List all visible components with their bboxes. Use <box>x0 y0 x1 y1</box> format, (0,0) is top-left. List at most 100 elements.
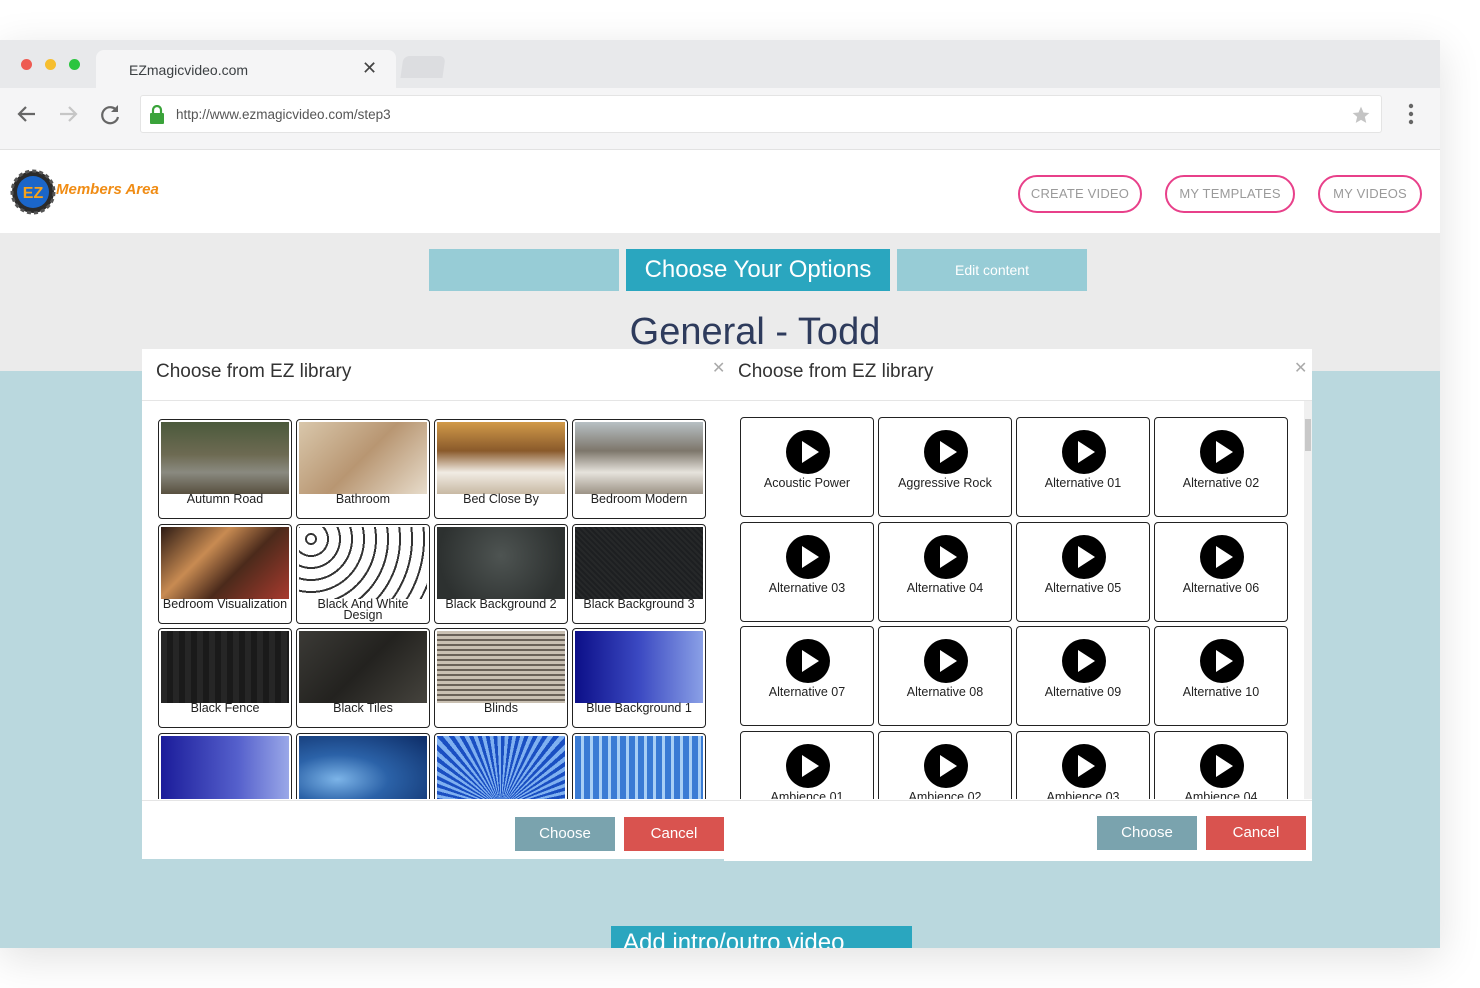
reload-icon[interactable] <box>95 99 125 129</box>
audio-track-tile[interactable]: Alternative 01 <box>1016 417 1150 517</box>
minimize-window-dot[interactable] <box>45 59 56 70</box>
new-tab-button[interactable] <box>400 56 446 78</box>
audio-track-label: Ambience 03 <box>1046 789 1120 800</box>
scrollbar-thumb[interactable] <box>1305 419 1311 451</box>
choose-button[interactable]: Choose <box>515 817 615 851</box>
audio-track-tile[interactable]: Acoustic Power <box>740 417 874 517</box>
audio-scrollbar[interactable] <box>1304 401 1312 799</box>
background-tile[interactable] <box>296 732 430 799</box>
play-icon[interactable] <box>786 639 830 683</box>
modal-divider <box>724 800 1312 801</box>
choose-button[interactable]: Choose <box>1097 816 1197 850</box>
play-icon[interactable] <box>924 430 968 474</box>
address-bar[interactable]: http://www.ezmagicvideo.com/step3 <box>140 95 1382 133</box>
maximize-window-dot[interactable] <box>69 59 80 70</box>
modal-title: Choose from EZ library <box>738 361 934 382</box>
audio-track-tile[interactable]: Alternative 07 <box>740 626 874 726</box>
background-tile[interactable] <box>158 732 292 799</box>
play-icon[interactable] <box>924 743 968 788</box>
background-label: Blinds <box>483 701 519 715</box>
audio-track-tile[interactable]: Ambience 04 <box>1154 730 1288 800</box>
background-tile[interactable]: Blue Background 1 <box>572 628 706 728</box>
audio-track-tile[interactable]: Aggressive Rock <box>878 417 1012 517</box>
audio-track-label: Alternative 04 <box>906 580 984 595</box>
background-thumbnail <box>437 526 565 599</box>
close-icon[interactable]: ✕ <box>1294 358 1307 378</box>
play-icon[interactable] <box>786 743 830 788</box>
audio-track-tile[interactable]: Ambience 01 <box>740 730 874 799</box>
audio-track-tile[interactable]: Alternative 04 <box>878 521 1012 622</box>
background-tile[interactable]: Bed Close By <box>434 419 568 519</box>
background-label: Bedroom Visualization <box>162 596 288 611</box>
background-tile[interactable]: Bathroom <box>296 419 430 519</box>
audio-track-label: Ambience 02 <box>908 789 982 800</box>
step-2-tab[interactable]: Choose Your Options <box>626 249 890 291</box>
background-label: Bed Close By <box>463 492 539 506</box>
play-icon[interactable] <box>924 639 968 683</box>
background-tile[interactable]: Black And White Design <box>296 523 430 624</box>
site-logo[interactable]: EZ Members Area <box>10 169 170 215</box>
my-templates-button[interactable]: MY TEMPLATES <box>1165 175 1295 213</box>
kebab-menu-icon[interactable] <box>1404 102 1418 126</box>
play-icon[interactable] <box>924 534 968 579</box>
modal-title: Choose from EZ library <box>156 361 352 382</box>
cancel-button[interactable]: Cancel <box>1206 816 1306 850</box>
close-window-dot[interactable] <box>21 59 32 70</box>
play-icon[interactable] <box>1200 534 1244 579</box>
play-icon[interactable] <box>1062 639 1106 683</box>
audio-track-tile[interactable]: Ambience 02 <box>878 730 1012 800</box>
background-tile[interactable]: Bedroom Visualization <box>158 523 292 624</box>
play-icon[interactable] <box>1200 639 1244 683</box>
audio-track-tile[interactable]: Alternative 03 <box>740 521 874 622</box>
audio-track-tile[interactable]: Alternative 08 <box>878 626 1012 726</box>
background-thumbnail <box>437 422 565 494</box>
star-icon[interactable] <box>1351 105 1371 125</box>
background-tile[interactable]: Black Fence <box>158 628 292 728</box>
play-icon[interactable] <box>1062 534 1106 579</box>
step-1-tab[interactable] <box>429 249 619 291</box>
tab-bar: EZmagicvideo.com ✕ <box>0 40 1440 88</box>
background-tile[interactable]: Black Tiles <box>296 628 430 728</box>
background-thumbnail <box>299 735 427 799</box>
audio-track-tile[interactable]: Alternative 06 <box>1154 521 1288 622</box>
play-icon[interactable] <box>1200 430 1244 474</box>
add-intro-outro-button[interactable]: Add intro/outro video <box>611 926 912 948</box>
audio-track-tile[interactable]: Ambience 03 <box>1016 730 1150 800</box>
tab-close-icon[interactable]: ✕ <box>362 58 377 79</box>
background-thumbnail <box>575 631 703 703</box>
play-icon[interactable] <box>786 430 830 474</box>
cancel-button[interactable]: Cancel <box>624 817 724 851</box>
tab-title: EZmagicvideo.com <box>129 62 249 78</box>
step-3-tab[interactable]: Edit content <box>897 249 1087 291</box>
background-tile[interactable]: Bedroom Modern <box>572 419 706 519</box>
background-label: Black Fence <box>190 701 260 715</box>
audio-track-label: Ambience 04 <box>1184 789 1258 800</box>
background-tile[interactable]: Black Background 2 <box>434 523 568 624</box>
arrow-right-icon[interactable] <box>53 99 83 129</box>
arrow-left-icon[interactable] <box>12 99 42 129</box>
background-library-modal: Choose from EZ library ✕ Autumn Road Bath… <box>142 349 725 859</box>
web-page: EZ Members Area CREATE VIDEO MY TEMPLATE… <box>0 151 1440 948</box>
background-label: Black And White Design <box>317 596 409 622</box>
audio-track-tile[interactable]: Alternative 02 <box>1154 417 1288 517</box>
create-video-button[interactable]: CREATE VIDEO <box>1018 175 1142 213</box>
play-icon[interactable] <box>1062 743 1106 788</box>
background-thumbnail <box>575 735 703 799</box>
background-tile[interactable]: Blinds <box>434 628 568 728</box>
audio-track-tile[interactable]: Alternative 05 <box>1016 521 1150 622</box>
lock-icon <box>150 105 164 124</box>
audio-track-label: Alternative 01 <box>1044 476 1122 490</box>
browser-tab[interactable]: EZmagicvideo.com ✕ <box>96 50 396 88</box>
background-tile[interactable]: Black Background 3 <box>572 523 706 624</box>
play-icon[interactable] <box>786 534 830 579</box>
background-tile[interactable] <box>434 732 568 799</box>
play-icon[interactable] <box>1200 743 1244 788</box>
svg-text:EZ: EZ <box>23 185 44 202</box>
my-videos-button[interactable]: MY VIDEOS <box>1318 175 1422 213</box>
background-thumbnail <box>161 735 289 799</box>
audio-track-tile[interactable]: Alternative 10 <box>1154 626 1288 726</box>
audio-track-tile[interactable]: Alternative 09 <box>1016 626 1150 726</box>
play-icon[interactable] <box>1062 430 1106 474</box>
background-tile[interactable]: Autumn Road <box>158 419 292 519</box>
background-tile[interactable] <box>572 732 706 799</box>
